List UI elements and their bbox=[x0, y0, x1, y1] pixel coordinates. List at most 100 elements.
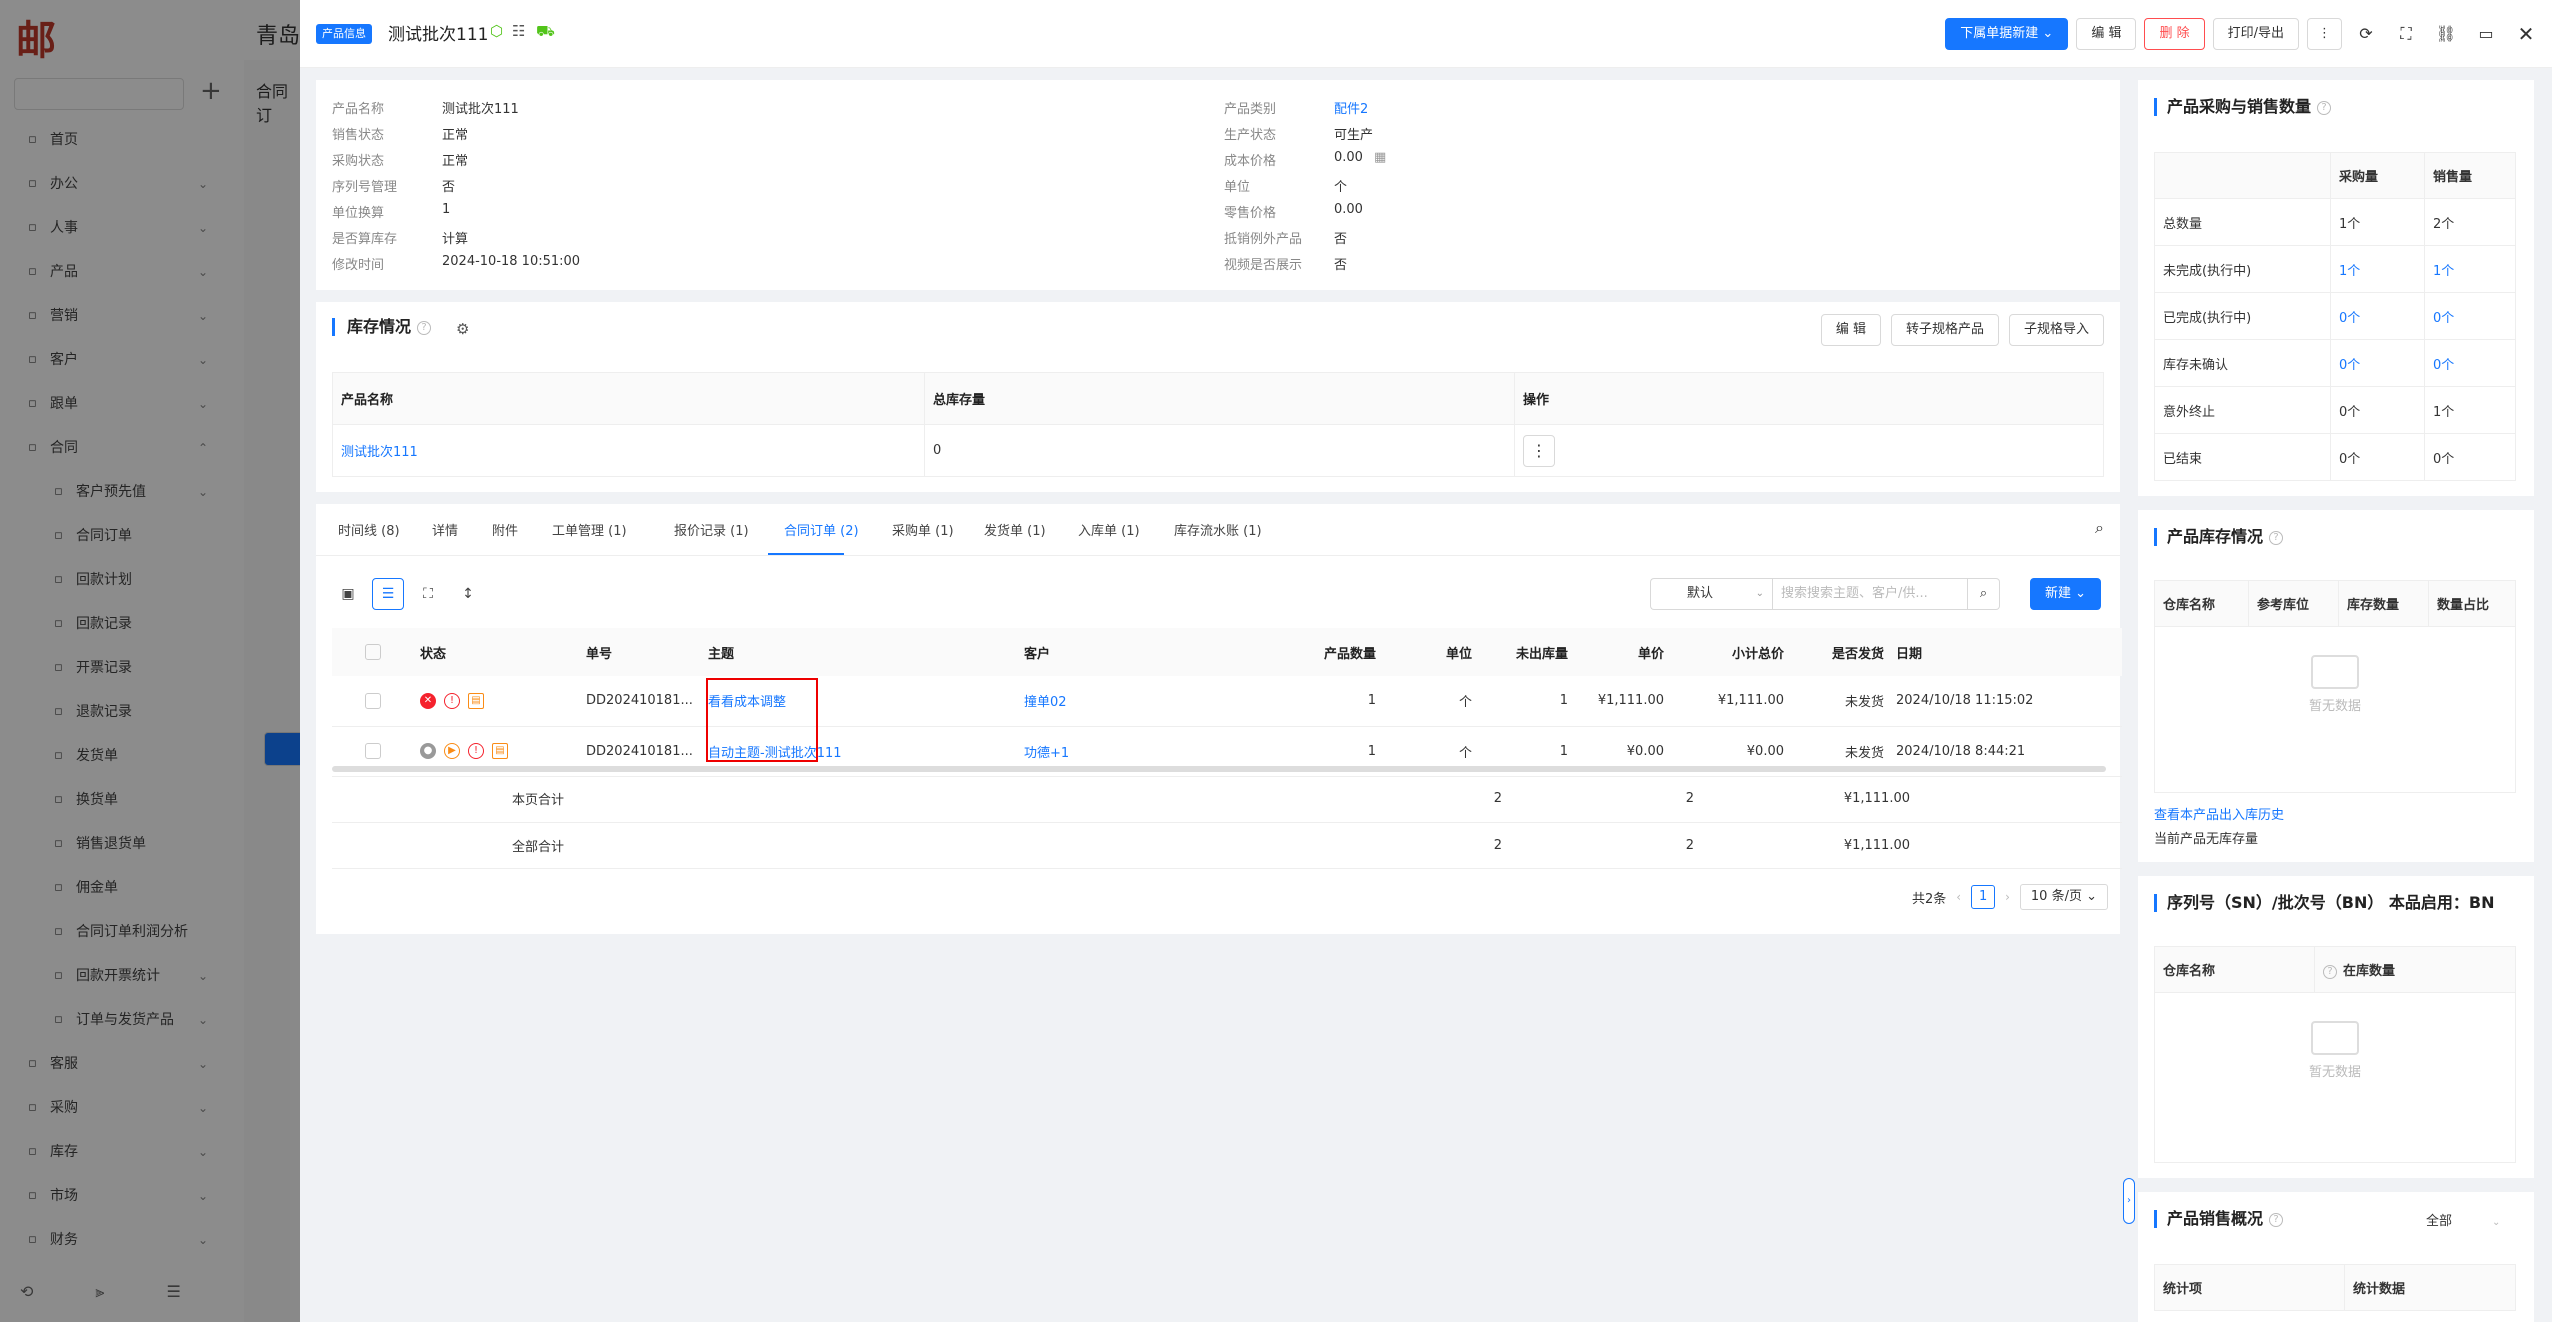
play-status-icon[interactable]: ▶ bbox=[444, 743, 460, 759]
info-value: 0.00 bbox=[1334, 150, 1363, 165]
tab-item[interactable]: 工单管理 (1) bbox=[552, 520, 627, 539]
help-icon[interactable]: ? bbox=[2269, 530, 2284, 545]
pager-page[interactable]: 1 bbox=[1971, 885, 1996, 909]
list-icon[interactable]: ☷ bbox=[512, 22, 525, 40]
print-export-button[interactable]: 打印/导出 bbox=[2212, 18, 2299, 50]
serial-col-qty: 在库数量 bbox=[2343, 964, 2396, 979]
order-customer-link[interactable]: 功德+1 bbox=[1024, 746, 1069, 761]
filter-select[interactable]: 默认 ⌄ bbox=[1650, 578, 1772, 610]
truck-icon[interactable]: ⛟ bbox=[536, 22, 555, 42]
new-from-button[interactable]: 下属单据新建 ⌄ bbox=[1945, 18, 2069, 50]
col-shipped: 是否发货 bbox=[1790, 628, 1890, 676]
row-more-button[interactable]: ⋮ bbox=[1523, 434, 1555, 467]
serial-empty: 暂无数据 bbox=[2154, 993, 2516, 1163]
tab-item[interactable]: 库存流水账 (1) bbox=[1174, 520, 1262, 539]
tab-item[interactable]: 时间线 (8) bbox=[338, 520, 400, 539]
page-sum-label: 本页合计 bbox=[506, 776, 1144, 823]
info-label: 销售状态 bbox=[332, 128, 385, 143]
tab-item[interactable]: 入库单 (1) bbox=[1078, 520, 1140, 539]
clipboard-status-icon[interactable]: ▤ bbox=[468, 692, 484, 709]
convert-spec-button[interactable]: 转子规格产品 bbox=[1890, 314, 1999, 346]
list-view-icon[interactable]: ☰ bbox=[372, 578, 404, 610]
order-qty: 1 bbox=[1292, 676, 1382, 727]
inventory-history-link[interactable]: 查看本产品出入库历史 bbox=[2154, 804, 2284, 823]
order-search-input[interactable]: 搜索搜索主题、客户/供... bbox=[1772, 578, 1968, 610]
tab-bar: 时间线 (8) 详情 附件 工单管理 (1) 报价记录 (1) 合同订单 (2) 采购单 (… bbox=[316, 504, 2120, 556]
row-height-icon[interactable]: ↕ bbox=[452, 578, 484, 610]
info-label: 序列号管理 bbox=[332, 180, 398, 195]
ps-cell-purchase[interactable]: 0个 bbox=[2330, 339, 2425, 387]
so-col-item: 统计项 bbox=[2154, 1264, 2345, 1311]
gear-icon[interactable]: ⚙ bbox=[456, 320, 469, 338]
stock-edit-button[interactable]: 编 辑 bbox=[1820, 314, 1881, 346]
clipboard-status-icon[interactable]: ▤ bbox=[492, 743, 508, 759]
stock-title-text: 库存情况 bbox=[347, 317, 412, 336]
tab-item[interactable]: 报价记录 (1) bbox=[674, 520, 749, 539]
serial-empty-text: 暂无数据 bbox=[2308, 1065, 2361, 1080]
info-label: 修改时间 bbox=[332, 258, 385, 273]
inv-col-qty: 库存数量 bbox=[2338, 580, 2429, 627]
chevron-left-icon[interactable]: ‹ bbox=[1956, 890, 1961, 904]
ps-cell-purchase[interactable]: 0个 bbox=[2330, 292, 2425, 340]
horizontal-scrollbar[interactable] bbox=[332, 766, 2106, 772]
chevron-right-icon[interactable]: › bbox=[2005, 890, 2010, 904]
search-button[interactable]: ⌕ bbox=[1968, 578, 2000, 610]
row-checkbox[interactable] bbox=[365, 692, 381, 709]
order-unshipped: 1 bbox=[1478, 676, 1574, 727]
help-icon[interactable]: ? bbox=[417, 320, 432, 335]
fullscreen-icon[interactable]: ⛶ bbox=[2390, 18, 2422, 50]
rejected-status-icon[interactable]: ✕ bbox=[420, 692, 436, 709]
ps-cell-sales[interactable]: 1个 bbox=[2424, 245, 2516, 293]
help-icon[interactable]: ? bbox=[2317, 100, 2332, 115]
expand-icon[interactable]: ⛶ bbox=[412, 578, 444, 610]
edit-button[interactable]: 编 辑 bbox=[2076, 18, 2137, 50]
inventory-empty: 暂无数据 bbox=[2154, 627, 2516, 793]
ps-cell-purchase: 0个 bbox=[2330, 386, 2425, 434]
import-spec-button[interactable]: 子规格导入 bbox=[2008, 314, 2104, 346]
tab-item[interactable]: 附件 bbox=[492, 520, 518, 539]
layout-icon[interactable]: ▭ bbox=[2470, 18, 2502, 50]
info-label: 零售价格 bbox=[1224, 206, 1277, 221]
monitor-icon[interactable]: ▣ bbox=[332, 578, 364, 610]
alert-status-icon[interactable]: ! bbox=[468, 743, 484, 759]
cube-icon[interactable]: ⬡ bbox=[490, 22, 503, 40]
new-order-button[interactable]: 新建 ⌄ bbox=[2030, 578, 2102, 610]
delete-button[interactable]: 删 除 bbox=[2144, 18, 2205, 50]
tab-item[interactable]: 发货单 (1) bbox=[984, 520, 1046, 539]
info-label: 是否算库存 bbox=[332, 232, 398, 247]
search-icon[interactable]: ⌕ bbox=[2095, 518, 2104, 538]
page-sum-unshipped: 2 bbox=[1604, 776, 1700, 823]
col-unit: 单位 bbox=[1382, 628, 1478, 676]
ps-cell-label: 总数量 bbox=[2154, 198, 2331, 246]
tab-item[interactable]: 合同订单 (2) bbox=[784, 520, 859, 539]
product-info-card: 产品名称 测试批次111 销售状态 正常 采购状态 正常 序列号管理否单位换算 1 是否算库存计… bbox=[316, 80, 2120, 290]
info-value[interactable]: 配件2 bbox=[1334, 98, 1368, 117]
ps-cell-sales[interactable]: 0个 bbox=[2424, 292, 2516, 340]
order-customer-link[interactable]: 撞单02 bbox=[1024, 695, 1067, 710]
tab-item[interactable]: 详情 bbox=[432, 520, 458, 539]
inventory-panel: 产品库存情况? 仓库名称 参考库位 库存数量 数量占比 暂无数据 查看本产品出入… bbox=[2138, 510, 2534, 862]
inventory-note: 当前产品无库存量 bbox=[2154, 832, 2259, 847]
page-size-select[interactable]: 10 条/页 ⌄ bbox=[2019, 884, 2108, 910]
help-icon[interactable]: ? bbox=[2323, 964, 2337, 979]
tab-item[interactable]: 采购单 (1) bbox=[892, 520, 954, 539]
help-icon[interactable]: ? bbox=[2269, 1212, 2284, 1227]
stock-product-link[interactable]: 测试批次111 bbox=[341, 445, 418, 460]
drawer-mask[interactable] bbox=[0, 0, 300, 1322]
select-all-checkbox[interactable] bbox=[365, 644, 381, 660]
refresh-icon[interactable]: ⟳ bbox=[2350, 18, 2382, 50]
alert-status-icon[interactable]: ! bbox=[444, 692, 460, 709]
more-button[interactable]: ⋮ bbox=[2307, 18, 2342, 50]
sales-overview-select[interactable]: 全部 ⌄ bbox=[2426, 1210, 2500, 1229]
link-icon[interactable]: ⛓ bbox=[2430, 18, 2462, 50]
ps-cell-purchase[interactable]: 1个 bbox=[2330, 245, 2425, 293]
ps-cell-sales: 1个 bbox=[2424, 386, 2516, 434]
row-checkbox[interactable] bbox=[365, 743, 381, 759]
calculator-icon[interactable]: ▦ bbox=[1374, 150, 1386, 165]
ps-cell-sales[interactable]: 0个 bbox=[2424, 339, 2516, 387]
panel-collapse-handle[interactable]: › bbox=[2123, 1178, 2135, 1224]
stock-title: 库存情况? bbox=[332, 317, 432, 336]
user-status-icon[interactable]: ● bbox=[420, 743, 436, 759]
inventory-table: 仓库名称 参考库位 库存数量 数量占比 bbox=[2154, 580, 2516, 627]
close-icon[interactable]: ✕ bbox=[2510, 18, 2542, 50]
